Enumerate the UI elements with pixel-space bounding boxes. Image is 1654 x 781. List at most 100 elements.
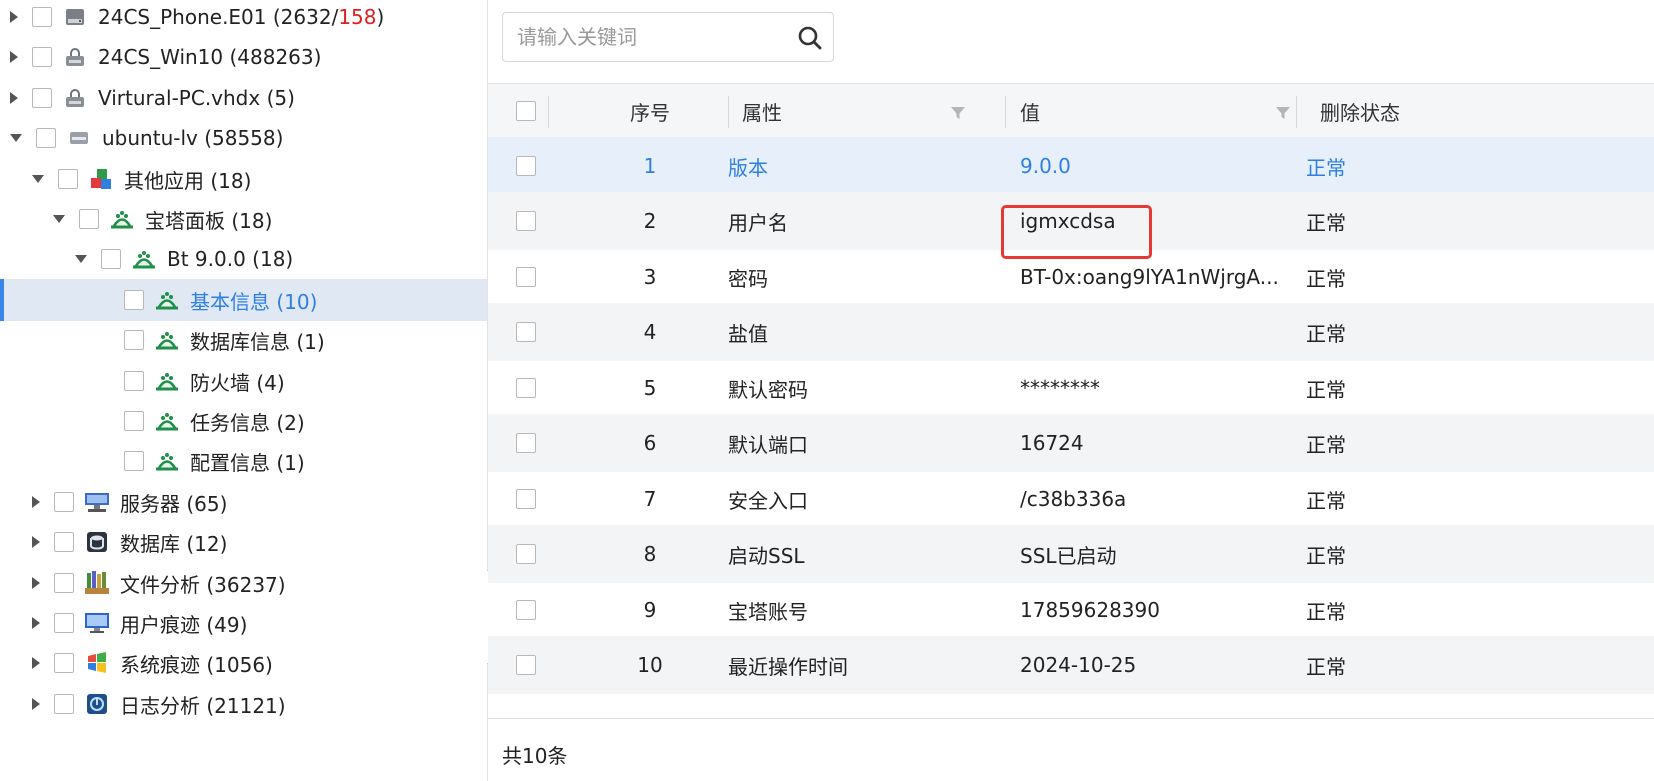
filter-icon[interactable] [1275, 105, 1291, 121]
search-icon[interactable] [797, 25, 823, 51]
select-all-checkbox[interactable] [516, 101, 536, 121]
tree-node-checkbox[interactable] [54, 694, 74, 714]
table-row[interactable]: 10 最近操作时间 2024-10-25 正常 [488, 636, 1654, 694]
tree-node-checkbox[interactable] [124, 290, 144, 310]
tree-node-checkbox[interactable] [54, 573, 74, 593]
tree-node[interactable]: ubuntu-lv (58558) [0, 117, 487, 159]
cell-no: 1 [643, 154, 657, 178]
tree-node[interactable]: 服务器 (65) [0, 481, 487, 523]
table-row[interactable]: 9 宝塔账号 17859628390 正常 [488, 581, 1654, 639]
baota-icon [131, 246, 157, 272]
tree-node[interactable]: 基本信息 (10) [0, 279, 487, 321]
expand-chevron-right-icon[interactable] [10, 51, 18, 63]
row-checkbox[interactable] [516, 322, 536, 342]
table-row[interactable]: 1 版本 9.0.0 正常 [488, 137, 1654, 195]
table-row[interactable]: 4 盐值 正常 [488, 303, 1654, 361]
expand-chevron-right-icon[interactable] [10, 11, 18, 23]
locked-drive-icon [62, 44, 88, 70]
tree-node-label: 系统痕迹 (1056) [120, 652, 273, 677]
row-checkbox[interactable] [516, 544, 536, 564]
cell-value: BT-0x:oang9lYA1nWjrgA... [1020, 265, 1279, 289]
row-checkbox[interactable] [516, 267, 536, 287]
tree-node-checkbox[interactable] [124, 411, 144, 431]
expand-chevron-down-icon[interactable] [53, 215, 65, 223]
tree-node-checkbox[interactable] [79, 209, 99, 229]
header-attribute[interactable]: 属性 [742, 84, 782, 139]
expand-chevron-down-icon[interactable] [10, 134, 22, 142]
tree-node[interactable]: 文件分析 (36237) [0, 562, 487, 604]
tree-node[interactable]: 24CS_Win10 (488263) [0, 36, 487, 78]
tree-node[interactable]: 数据库 (12) [0, 521, 487, 563]
expand-chevron-down-icon[interactable] [75, 255, 87, 263]
tree-node-checkbox[interactable] [32, 7, 52, 27]
filter-icon[interactable] [950, 105, 966, 121]
table-row[interactable]: 6 默认端口 16724 正常 [488, 414, 1654, 472]
expand-chevron-right-icon[interactable] [10, 92, 18, 104]
cell-attribute: 盐值 [728, 321, 768, 346]
tree-node[interactable]: 配置信息 (1) [0, 440, 487, 482]
row-checkbox[interactable] [516, 378, 536, 398]
cell-no: 2 [643, 209, 657, 233]
tree-node-label: 任务信息 (2) [190, 410, 305, 435]
tree-node[interactable]: 宝塔面板 (18) [0, 198, 487, 240]
tree-node[interactable]: 防火墙 (4) [0, 360, 487, 402]
expand-chevron-right-icon[interactable] [32, 657, 40, 669]
table-row[interactable]: 7 安全入口/c38b336a 正常 [488, 470, 1654, 528]
tree-node[interactable]: 数据库信息 (1) [0, 319, 487, 361]
expand-chevron-right-icon[interactable] [32, 496, 40, 508]
expand-chevron-right-icon[interactable] [32, 698, 40, 710]
tree-node-label: 数据库 (12) [120, 531, 228, 556]
expand-chevron-right-icon[interactable] [32, 617, 40, 629]
baota-icon [154, 368, 180, 394]
expand-chevron-right-icon[interactable] [32, 577, 40, 589]
tree-node-checkbox[interactable] [32, 88, 52, 108]
tree-node[interactable]: 系统痕迹 (1056) [0, 642, 487, 684]
tree-node-checkbox[interactable] [54, 613, 74, 633]
disk-icon [66, 125, 92, 151]
tree-node-label: 数据库信息 (1) [190, 329, 325, 354]
table-header: 序号 属性 值 删除状态 [488, 83, 1654, 140]
tree-node-checkbox[interactable] [124, 451, 144, 471]
server-icon [84, 489, 110, 515]
search-input[interactable] [515, 24, 789, 50]
table-row[interactable]: 8 启动SSL SSL已启动 正常 [488, 525, 1654, 583]
tree-node-checkbox[interactable] [101, 249, 121, 269]
tree-node-checkbox[interactable] [124, 371, 144, 391]
tree-node-checkbox[interactable] [54, 492, 74, 512]
tree-node[interactable]: Bt 9.0.0 (18) [0, 238, 487, 280]
tree-node[interactable]: 日志分析 (21121) [0, 683, 487, 725]
header-delete-status[interactable]: 删除状态 [1320, 84, 1400, 139]
tree-node[interactable]: Virtural-PC.vhdx (5) [0, 77, 487, 119]
tree-node-checkbox[interactable] [58, 169, 78, 189]
tree-node-label: 配置信息 (1) [190, 450, 305, 475]
table-row[interactable]: 3 密码 BT-0x:oang9lYA1nWjrgA... 正常 [488, 248, 1654, 306]
row-checkbox[interactable] [516, 655, 536, 675]
header-no[interactable]: 序号 [570, 84, 730, 139]
tree-node-checkbox[interactable] [54, 653, 74, 673]
table-row[interactable]: 5 默认密码 ******** 正常 [488, 359, 1654, 417]
baota-icon [154, 327, 180, 353]
table-row[interactable]: 2 用户名 igmxcdsa 正常 [488, 192, 1654, 250]
tree-node[interactable]: 用户痕迹 (49) [0, 602, 487, 644]
tree-node-label: 服务器 (65) [120, 491, 228, 516]
tree-node-checkbox[interactable] [54, 532, 74, 552]
baota-icon [154, 408, 180, 434]
tree-node-checkbox[interactable] [32, 47, 52, 67]
monitor-icon [84, 610, 110, 636]
tree-node-checkbox[interactable] [124, 330, 144, 350]
row-checkbox[interactable] [516, 433, 536, 453]
tree-node-checkbox[interactable] [36, 128, 56, 148]
tree-node[interactable]: 24CS_Phone.E01 (2632/158) [0, 0, 487, 38]
expand-chevron-right-icon[interactable] [32, 536, 40, 548]
header-value[interactable]: 值 [1020, 84, 1040, 139]
tree-node[interactable]: 其他应用 (18) [0, 158, 487, 200]
table-footer: 共10条 [488, 718, 1654, 781]
tree-node[interactable]: 任务信息 (2) [0, 400, 487, 442]
cell-delete-status: 正常 [1306, 432, 1346, 457]
row-checkbox[interactable] [516, 156, 536, 176]
expand-chevron-down-icon[interactable] [32, 175, 44, 183]
row-checkbox[interactable] [516, 600, 536, 620]
row-checkbox[interactable] [516, 489, 536, 509]
detail-panel: 序号 属性 值 删除状态 1 版本 9.0.0 正常 2 用户名 igmxcdsa 正常 3 密码… [488, 0, 1654, 781]
row-checkbox[interactable] [516, 211, 536, 231]
